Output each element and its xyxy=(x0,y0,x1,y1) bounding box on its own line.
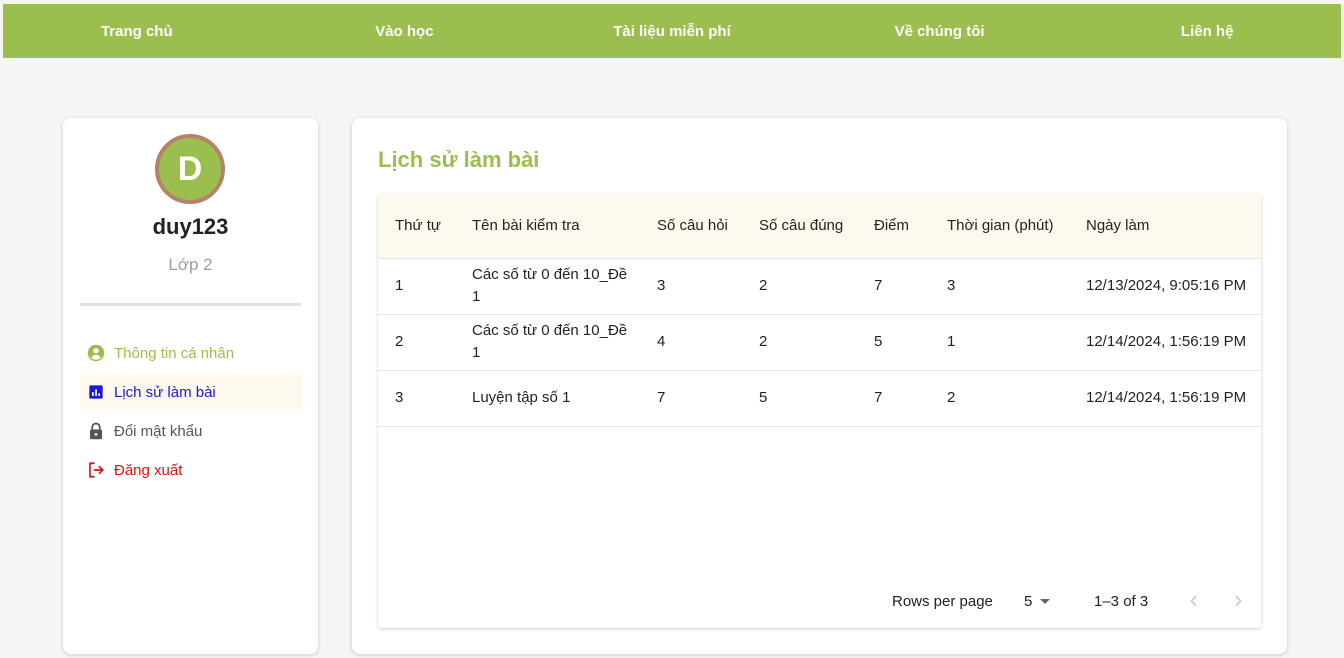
table-cell: 7 xyxy=(874,389,883,406)
table-cell: Các số từ 0 đến 10_Đề 1 xyxy=(472,266,628,305)
sidebar-item-label: Đăng xuất xyxy=(114,461,183,479)
table-cell: 7 xyxy=(874,277,883,294)
sidebar-divider xyxy=(80,303,301,306)
table-cell: 2 xyxy=(759,333,768,350)
logout-icon xyxy=(86,460,106,480)
column-header[interactable]: Thứ tự xyxy=(378,194,455,258)
sidebar-item-label: Đổi mật khẩu xyxy=(114,422,203,440)
previous-page-button[interactable] xyxy=(1184,591,1204,611)
table-row[interactable]: 2 Các số từ 0 đến 10_Đề 1 4 2 5 1 12/14/… xyxy=(378,314,1261,370)
top-navbar: Trang chủ Vào học Tài liệu miễn phí Về c… xyxy=(3,4,1341,58)
nav-contact[interactable]: Liên hệ xyxy=(1073,23,1341,40)
chevron-left-icon xyxy=(1190,595,1197,607)
pagination-range: 1–3 of 3 xyxy=(1094,592,1149,610)
rows-per-page-label: Rows per page xyxy=(892,592,993,610)
column-header[interactable]: Thời gian (phút) xyxy=(930,194,1069,258)
sidebar-item-change-password[interactable]: Đổi mật khẩu xyxy=(80,412,301,450)
column-header[interactable]: Tên bài kiểm tra xyxy=(455,194,640,258)
column-header[interactable]: Số câu hỏi xyxy=(640,194,742,258)
sidebar-item-label: Thông tin cá nhân xyxy=(114,344,235,362)
table-cell: Các số từ 0 đến 10_Đề 1 xyxy=(472,322,628,361)
lock-icon xyxy=(86,421,106,441)
column-header[interactable]: Số câu đúng xyxy=(742,194,857,258)
table-cell: 3 xyxy=(947,277,956,294)
history-table-container: Thứ tự Tên bài kiểm tra Số câu hỏi Số câ… xyxy=(378,194,1261,628)
table-cell: 5 xyxy=(874,333,883,350)
table-cell: 1 xyxy=(947,333,956,350)
table-cell: 12/14/2024, 1:56:19 PM xyxy=(1086,389,1247,406)
rows-per-page-select[interactable]: 5 xyxy=(1024,592,1051,610)
column-header[interactable]: Điểm xyxy=(857,194,930,258)
table-cell: 12/13/2024, 9:05:16 PM xyxy=(1086,277,1247,294)
table-cell: 3 xyxy=(395,389,404,406)
username: duy123 xyxy=(152,214,229,239)
rows-per-page-value: 5 xyxy=(1024,592,1033,610)
table-cell: 2 xyxy=(947,389,956,406)
nav-about-us[interactable]: Về chúng tôi xyxy=(806,23,1074,40)
dropdown-arrow-icon xyxy=(1040,598,1051,604)
chevron-right-icon xyxy=(1235,595,1242,607)
sidebar-item-logout[interactable]: Đăng xuất xyxy=(80,451,301,489)
history-table: Thứ tự Tên bài kiểm tra Số câu hỏi Số câ… xyxy=(378,194,1261,427)
nav-home[interactable]: Trang chủ xyxy=(3,23,271,40)
nav-learn[interactable]: Vào học xyxy=(271,23,539,40)
nav-free-documents[interactable]: Tài liệu miễn phí xyxy=(538,23,806,40)
bar-chart-icon xyxy=(86,382,106,402)
account-circle-icon xyxy=(86,343,106,363)
column-header[interactable]: Ngày làm xyxy=(1069,194,1261,258)
page-title: Lịch sử làm bài xyxy=(378,147,540,172)
history-panel: Lịch sử làm bài Thứ tự Tên bài kiểm tra … xyxy=(352,118,1287,654)
sidebar-item-history[interactable]: Lịch sử làm bài xyxy=(80,373,301,411)
table-cell: 1 xyxy=(395,277,404,294)
profile-sidebar: D duy123 Lớp 2 Thông tin cá nhân Lịch sử… xyxy=(63,118,318,654)
sidebar-item-label: Lịch sử làm bài xyxy=(114,383,216,401)
next-page-button[interactable] xyxy=(1228,591,1248,611)
avatar: D xyxy=(155,134,225,204)
table-cell: 4 xyxy=(657,333,666,350)
table-row[interactable]: 3 Luyện tập số 1 7 5 7 2 12/14/2024, 1:5… xyxy=(378,370,1261,426)
table-cell: 12/14/2024, 1:56:19 PM xyxy=(1086,333,1247,350)
table-cell: 2 xyxy=(395,333,404,350)
table-cell: 3 xyxy=(657,277,666,294)
user-class: Lớp 2 xyxy=(168,255,213,274)
table-cell: 7 xyxy=(657,389,666,406)
table-cell: 2 xyxy=(759,277,768,294)
table-pagination: Rows per page 5 1–3 of 3 xyxy=(378,586,1261,616)
table-cell: 5 xyxy=(759,389,768,406)
sidebar-menu: Thông tin cá nhân Lịch sử làm bài Đổi mậ… xyxy=(80,334,301,490)
table-row[interactable]: 1 Các số từ 0 đến 10_Đề 1 3 2 7 3 12/13/… xyxy=(378,258,1261,314)
table-cell: Luyện tập số 1 xyxy=(472,389,571,406)
sidebar-item-profile[interactable]: Thông tin cá nhân xyxy=(80,334,301,372)
table-header-row: Thứ tự Tên bài kiểm tra Số câu hỏi Số câ… xyxy=(378,194,1261,258)
